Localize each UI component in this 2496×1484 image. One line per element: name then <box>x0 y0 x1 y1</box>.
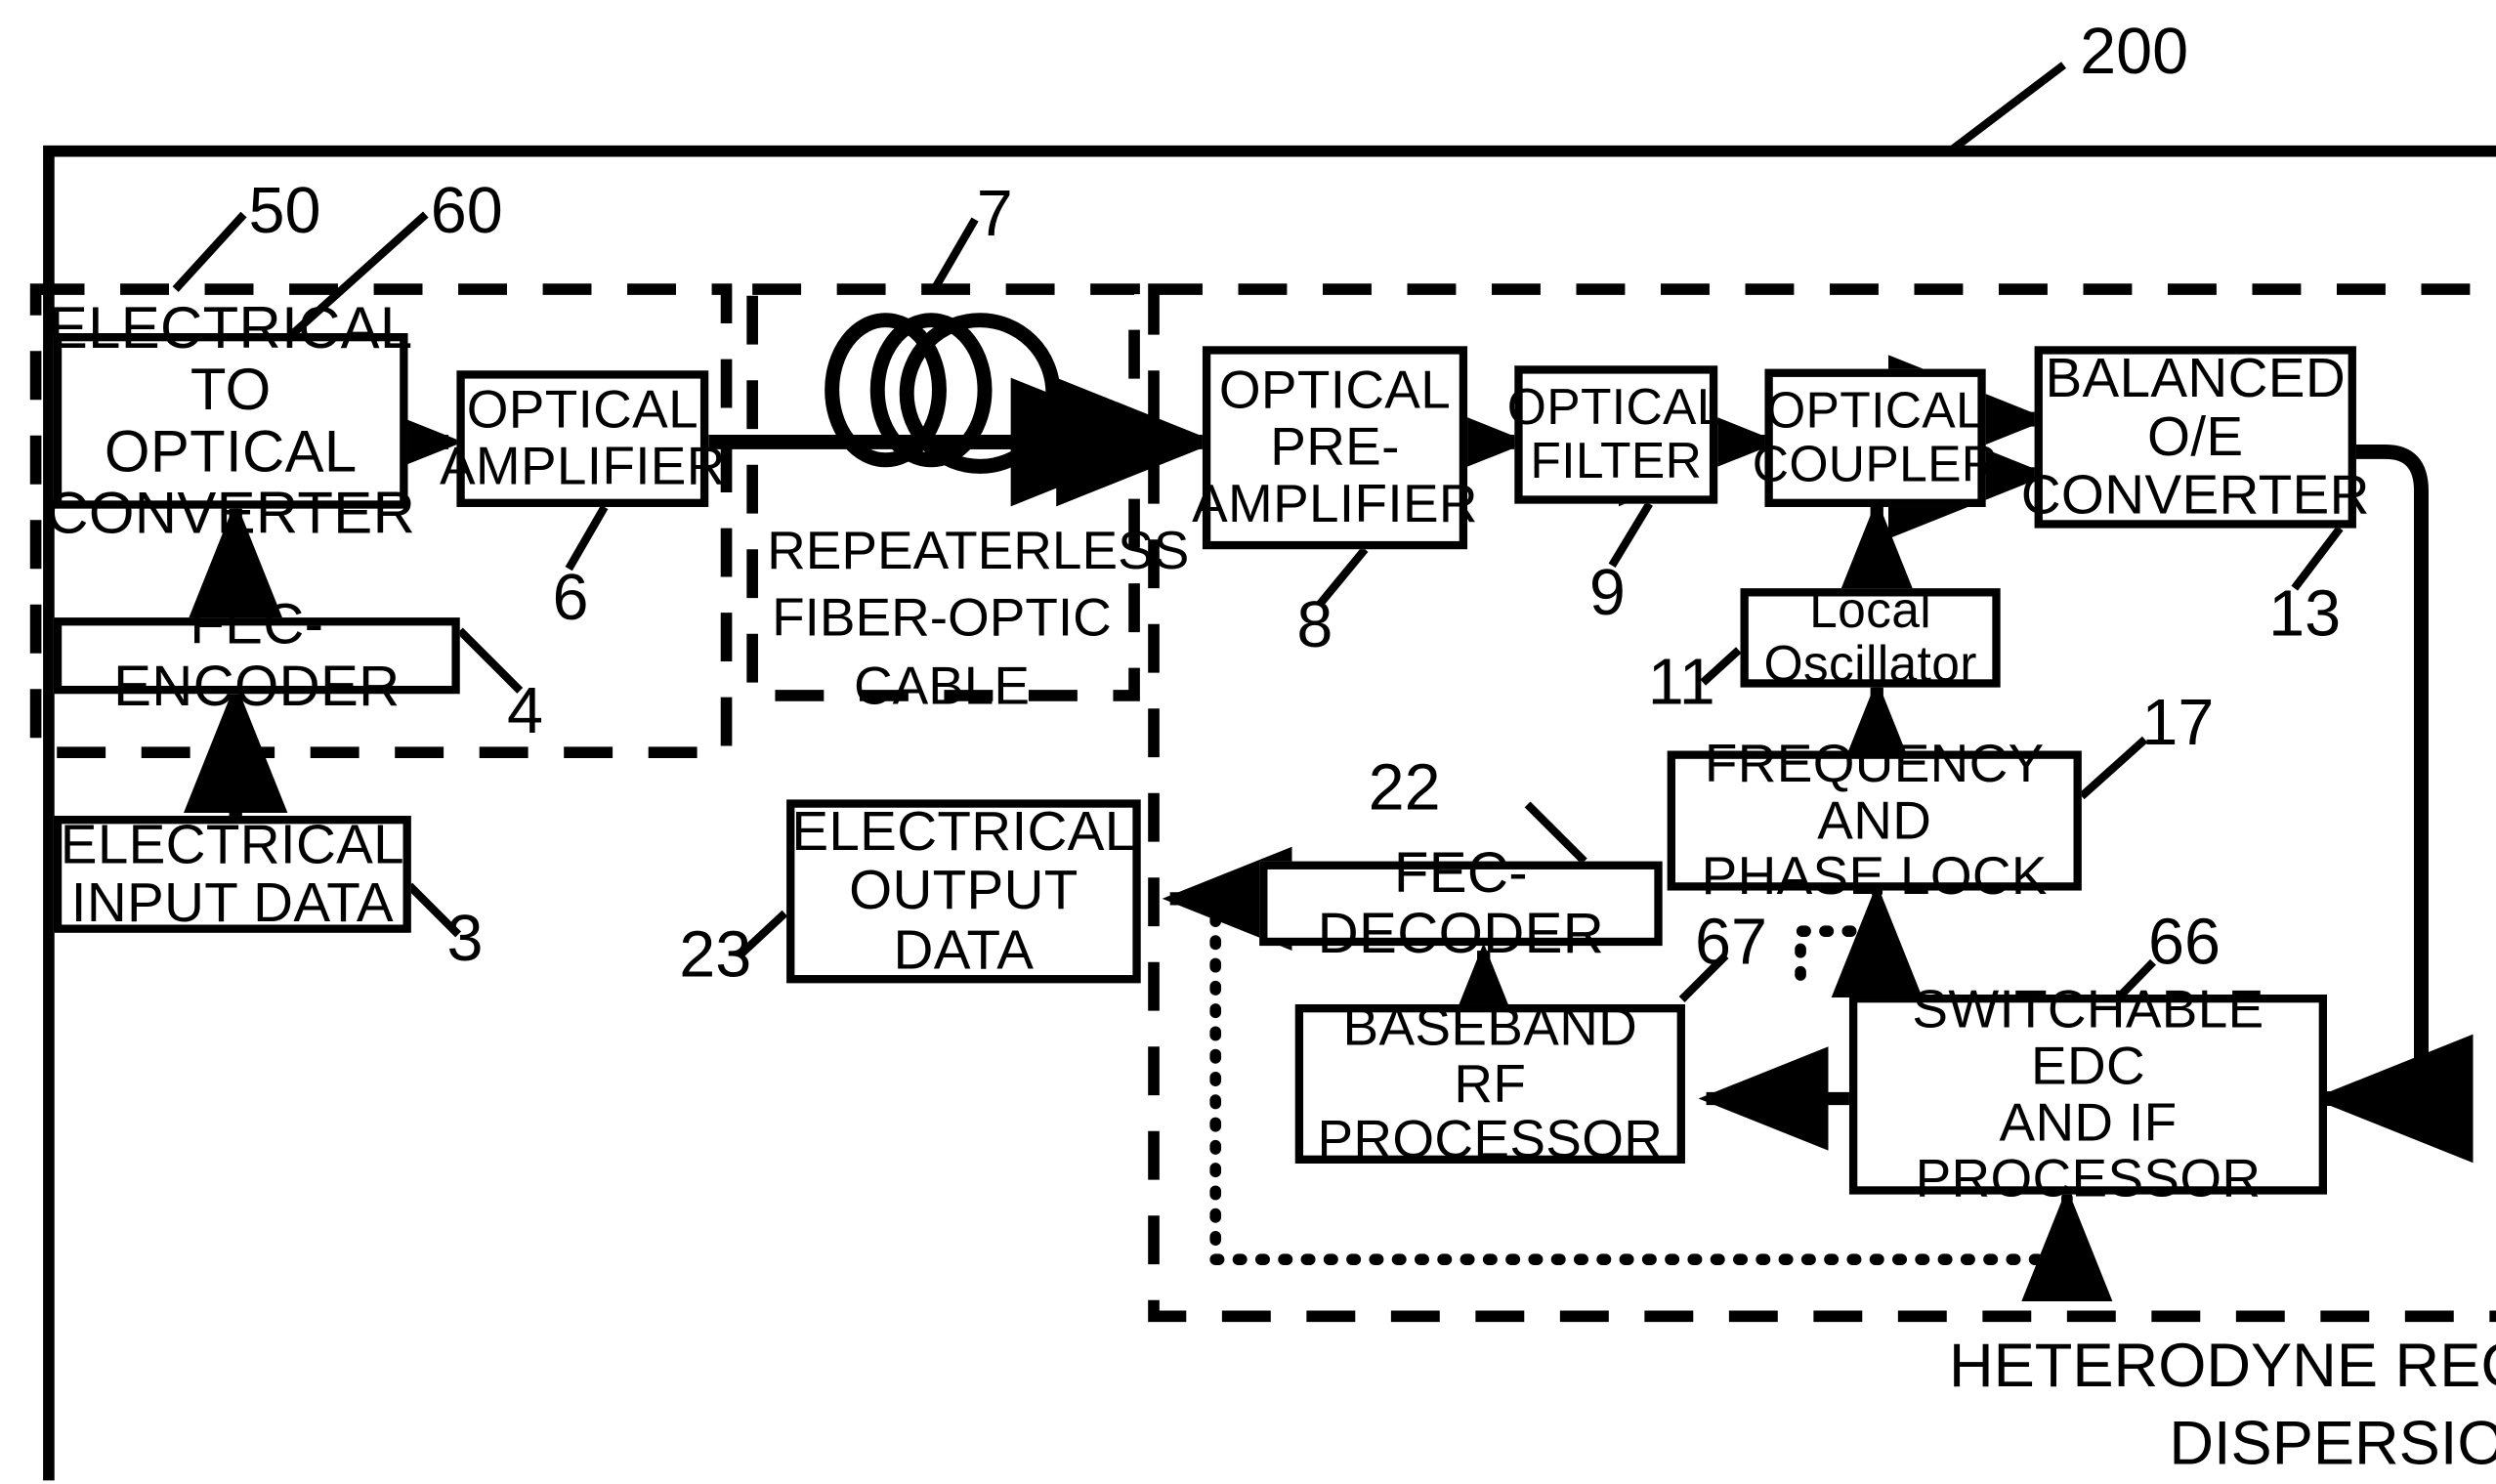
block-line: CONVERTER <box>2020 464 2370 527</box>
ref-50: 50 <box>248 175 321 247</box>
block-frequency-and-phase-lock[interactable]: FREQUENCY AND PHASE LOCK <box>1667 734 2082 905</box>
fiber-coil-icon <box>825 313 1061 474</box>
ref-11: 11 <box>1647 647 1715 719</box>
ref-17: 17 <box>2141 687 2215 759</box>
block-line: OPTICAL <box>1766 381 1985 439</box>
ref-4: 4 <box>506 675 543 748</box>
block-line: O/E <box>2147 405 2244 469</box>
block-line: ELECTRICAL <box>60 814 404 876</box>
leader-9 <box>1608 501 1653 569</box>
label-line: CABLE <box>853 654 1030 715</box>
block-line: PROCESSOR <box>1317 1109 1664 1169</box>
block-balanced-oe-converter[interactable]: BALANCED O/E CONVERTER <box>2021 346 2369 529</box>
figure-caption: HETERODYNE RECEIVER WITH ELECTRICAL DISP… <box>1316 1330 2496 1484</box>
leader-50 <box>172 211 247 292</box>
block-electrical-input-data[interactable]: ELECTRICAL INPUT DATA <box>53 814 411 935</box>
leader-7 <box>930 217 979 292</box>
ref-7: 7 <box>976 178 1013 251</box>
block-line: PRE- <box>1270 415 1400 477</box>
block-fec-encoder[interactable]: FEC-ENCODER <box>53 595 460 716</box>
caption-line-1: HETERODYNE RECEIVER WITH ELECTRICAL <box>1948 1332 2496 1401</box>
block-line: FEC-ENCODER <box>113 593 401 718</box>
ref-67: 67 <box>1694 907 1767 979</box>
block-line: BASEBAND RF <box>1342 995 1638 1113</box>
label-line: REPEATERLESS <box>767 520 1190 580</box>
leader-200 <box>1947 62 2067 155</box>
block-line: PROCESSOR <box>1915 1148 2262 1208</box>
block-optical-pre-amplifier[interactable]: OPTICAL PRE- AMPLIFIER <box>1192 346 1478 550</box>
block-line: FEC-DECODER <box>1317 841 1605 966</box>
block-line: AMPLIFIER <box>1192 473 1478 533</box>
label-line: FIBER-OPTIC <box>772 586 1112 648</box>
block-line: OPTICAL <box>104 417 358 485</box>
label-repeaterless-fiber-optic-cable: REPEATERLESS FIBER-OPTIC CABLE <box>767 517 1190 718</box>
block-line: OPTICAL <box>466 378 698 440</box>
block-line: BALANCED <box>2045 347 2347 410</box>
block-line: OUTPUT <box>849 860 1079 922</box>
ref-6: 6 <box>552 562 589 634</box>
ref-3: 3 <box>446 903 484 976</box>
block-line: Local <box>1809 580 1932 639</box>
block-line: PHASE LOCK <box>1701 845 2048 907</box>
block-line: OPTICAL <box>1506 377 1725 436</box>
ref-13: 13 <box>2268 578 2342 651</box>
block-electrical-to-optical-converter[interactable]: ELECTRICAL TO OPTICAL CONVERTER <box>46 296 415 544</box>
block-line: AND IF <box>1999 1090 2178 1152</box>
block-line: ELECTRICAL <box>791 801 1136 865</box>
block-line: ELECTRICAL TO <box>48 293 413 423</box>
block-fec-decoder[interactable]: FEC-DECODER <box>1259 843 1663 964</box>
block-optical-filter[interactable]: OPTICAL FILTER <box>1507 365 1724 504</box>
ref-60: 60 <box>430 175 503 247</box>
block-line: FREQUENCY AND <box>1704 732 2045 850</box>
block-optical-amplifier[interactable]: OPTICAL AMPLIFIER <box>440 370 725 507</box>
block-baseband-rf-processor[interactable]: BASEBAND RF PROCESSOR <box>1294 997 1685 1167</box>
block-line: SWITCHABLE EDC <box>1912 977 2264 1095</box>
block-line: DATA <box>893 918 1035 981</box>
ref-200: 200 <box>2080 16 2189 88</box>
block-line: COUPLER <box>1752 434 1999 492</box>
block-switchable-edc-and-if-processor[interactable]: SWITCHABLE EDC AND IF PROCESSOR <box>1848 979 2328 1207</box>
ref-9: 9 <box>1588 557 1626 629</box>
leader-6 <box>565 504 609 572</box>
block-line: AMPLIFIER <box>439 435 726 496</box>
ref-66: 66 <box>2148 907 2221 979</box>
block-line: Oscillator <box>1763 634 1977 692</box>
block-optical-coupler[interactable]: OPTICAL COUPLER <box>1753 368 1998 507</box>
caption-line-2: DISPERSION COMPENSATION <box>2169 1410 2496 1478</box>
block-line: CONVERTER <box>46 479 416 547</box>
block-line: OPTICAL <box>1218 359 1452 420</box>
signal-path-balanced-to-edc <box>2312 444 2474 1164</box>
block-electrical-output-data[interactable]: ELECTRICAL OUTPUT DATA <box>786 799 1141 984</box>
ref-22: 22 <box>1368 752 1441 825</box>
figure-canvas: ELECTRICAL TO OPTICAL CONVERTER OPTICAL … <box>0 0 2496 1481</box>
connector-layer <box>29 62 2496 1481</box>
block-line: FILTER <box>1530 431 1703 488</box>
block-line: INPUT DATA <box>70 872 394 935</box>
block-local-oscillator[interactable]: Local Oscillator <box>1740 583 2001 690</box>
ref-23: 23 <box>679 919 752 992</box>
ref-8: 8 <box>1296 589 1333 662</box>
leader-17 <box>2079 736 2148 800</box>
